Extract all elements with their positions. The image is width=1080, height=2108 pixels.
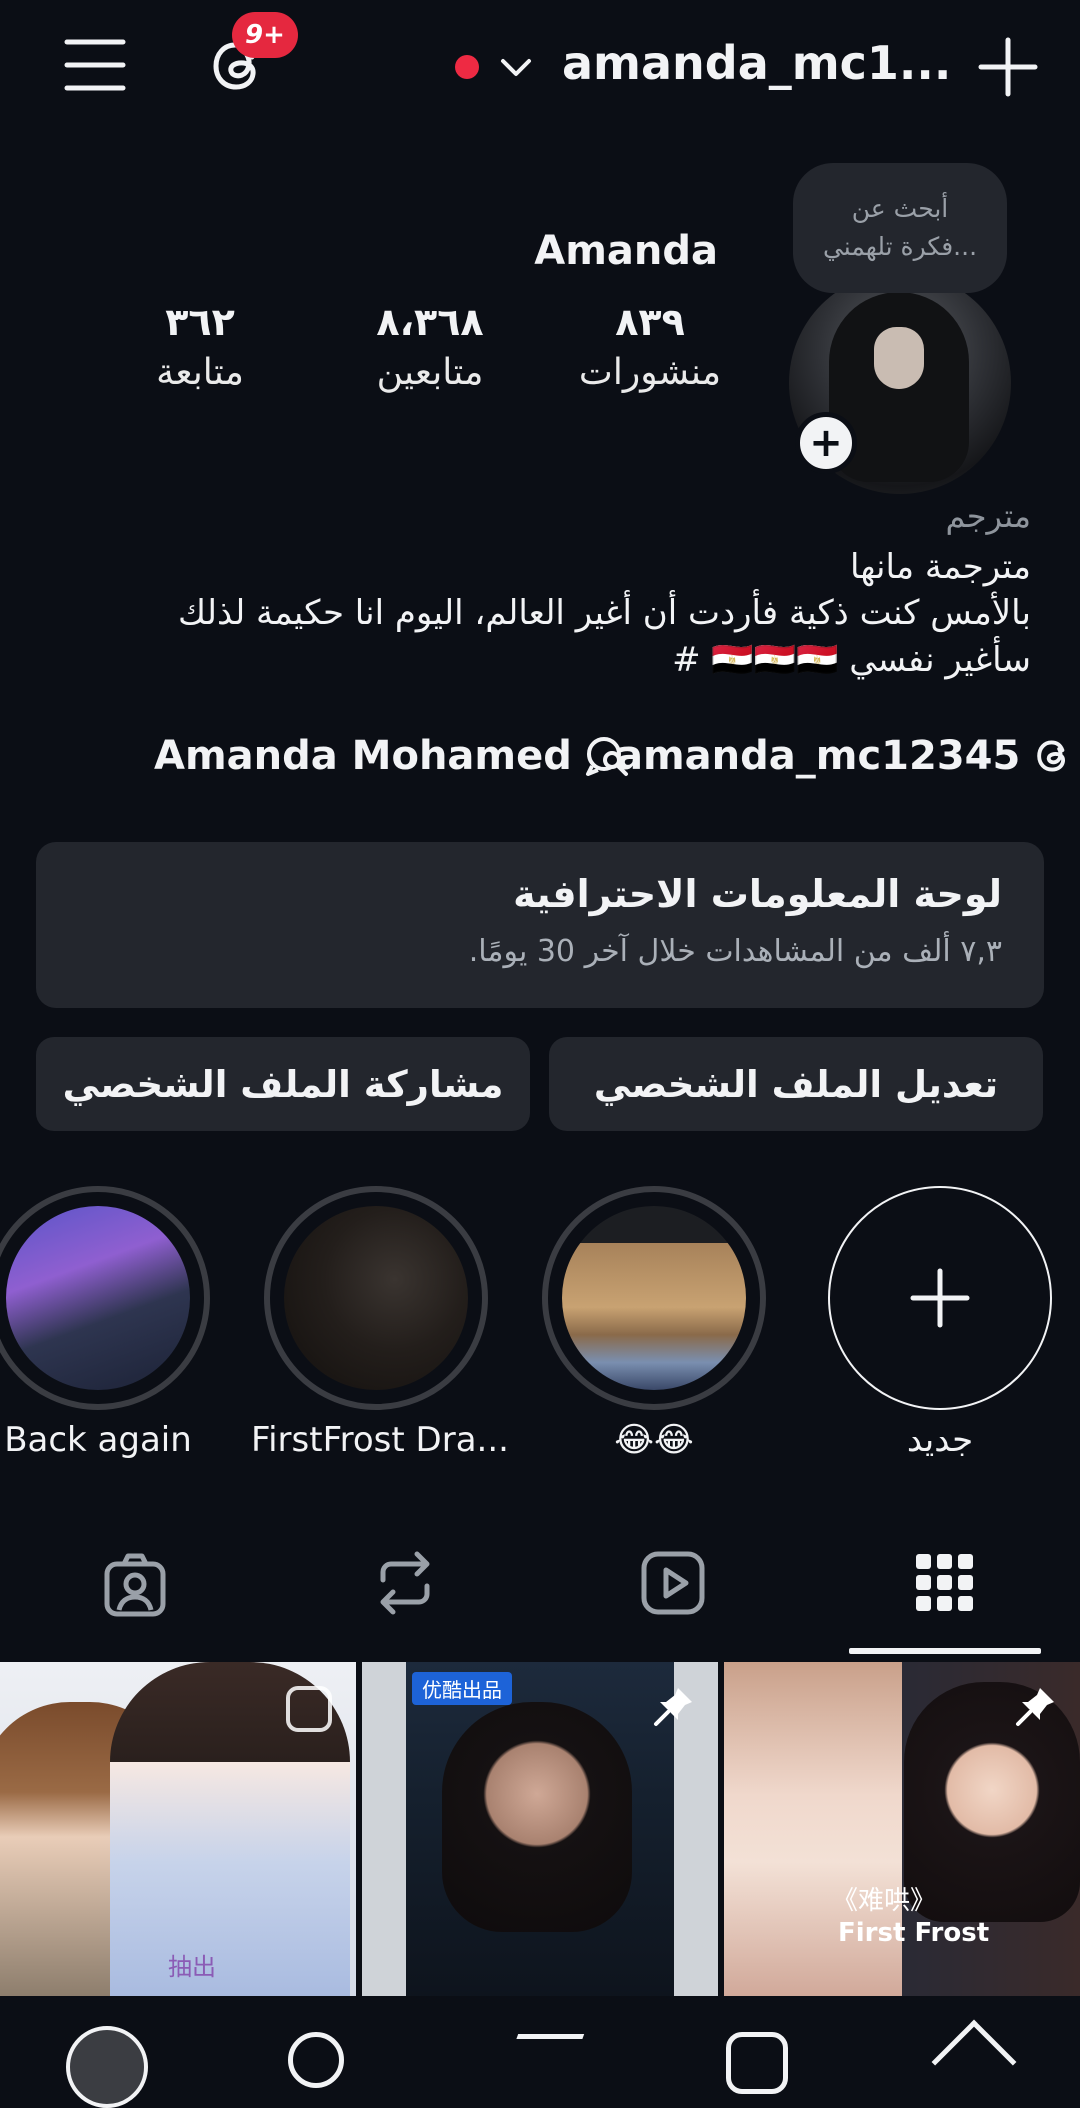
reels-nav-icon[interactable]: [726, 2032, 788, 2094]
reel-icon: [286, 1686, 332, 1732]
menu-icon[interactable]: [60, 30, 130, 100]
post-thumbnail[interactable]: 《难哄》 First Frost: [724, 1662, 1080, 1996]
professional-dashboard-card[interactable]: لوحة المعلومات الاحترافية ٧,٣ ألف من الم…: [36, 842, 1044, 1008]
account-username[interactable]: amanda_mc1...: [562, 36, 951, 90]
posts-count: ٨٣٩: [615, 300, 685, 344]
tagged-tab-icon[interactable]: [100, 1550, 170, 1620]
live-status-dot: [455, 55, 479, 79]
display-name: Amanda: [534, 228, 718, 274]
pin-icon: [652, 1684, 696, 1728]
following-label: متابعة: [156, 352, 244, 393]
external-link-label: Amanda Mohamed: [154, 733, 572, 779]
home-nav-icon[interactable]: [931, 2019, 1017, 2105]
stat-followers[interactable]: ٨،٣٦٨ متابعين: [340, 300, 520, 393]
reposts-tab-icon[interactable]: [370, 1548, 440, 1618]
highlight-label: 😂😂: [614, 1420, 694, 1460]
profile-category: مترجم: [945, 497, 1031, 535]
note-bubble[interactable]: أبحث عن فكرة تلهمني...: [793, 163, 1007, 293]
grid-tab-icon[interactable]: [910, 1548, 980, 1618]
note-line-2: فكرة تلهمني...: [822, 232, 978, 261]
pin-icon: [1014, 1684, 1058, 1728]
highlight-label: جديد: [906, 1420, 974, 1460]
stat-posts[interactable]: ٨٣٩ منشورات: [570, 300, 730, 393]
note-line-1: أبحث عن: [851, 194, 949, 223]
stat-following[interactable]: ٣٦٢ متابعة: [120, 300, 280, 393]
dashboard-subtitle: ٧,٣ ألف من المشاهدات خلال آخر 30 يومًا.: [468, 934, 1002, 969]
post-caption: 优酷出品: [412, 1672, 512, 1705]
bio-line-2: بالأمس كنت ذكية فأردت أن أغير العالم، ال…: [178, 593, 1031, 633]
highlight-label: FirstFrost Dra...: [251, 1420, 509, 1460]
following-count: ٣٦٢: [165, 300, 235, 344]
followers-label: متابعين: [376, 352, 484, 393]
posts-label: منشورات: [578, 352, 722, 393]
highlight-label: Back again: [4, 1420, 192, 1460]
threads-link[interactable]: amanda_mc12345: [616, 730, 1074, 782]
bottom-navigation: [0, 1996, 1080, 2108]
highlight-cover: [562, 1206, 746, 1390]
post-thumbnail[interactable]: 抽出: [0, 1662, 356, 1996]
post-thumbnail[interactable]: 优酷出品: [362, 1662, 718, 1996]
plus-icon: [910, 1268, 970, 1328]
chat-search-icon: [584, 734, 630, 778]
post-caption: 抽出: [168, 1953, 216, 1981]
search-nav-icon[interactable]: [288, 2032, 344, 2088]
bio-line-3: سأغير نفسي 🇪🇬🇪🇬🇪🇬 #: [672, 640, 1031, 680]
post-caption: First Frost: [838, 1918, 990, 1948]
highlight-cover: [284, 1206, 468, 1390]
share-profile-button[interactable]: مشاركة الملف الشخصي: [36, 1037, 530, 1131]
reels-tab-icon[interactable]: [638, 1548, 708, 1618]
active-tab-indicator: [849, 1648, 1041, 1654]
threads-small-icon: [1034, 734, 1074, 778]
post-title: 《难哄》: [832, 1886, 937, 1916]
add-story-icon[interactable]: +: [795, 412, 857, 474]
edit-profile-button[interactable]: تعديل الملف الشخصي: [549, 1037, 1043, 1131]
followers-count: ٨،٣٦٨: [376, 300, 484, 344]
bio-line-1: مترجمة مانها: [849, 547, 1031, 587]
create-plus-icon[interactable]: [975, 34, 1041, 100]
highlight-cover: [6, 1206, 190, 1390]
threads-link-label: amanda_mc12345: [616, 733, 1021, 779]
dashboard-title: لوحة المعلومات الاحترافية: [513, 872, 1002, 916]
notification-badge: 9+: [232, 12, 298, 58]
new-highlight-button[interactable]: [828, 1186, 1052, 1410]
external-profile-link[interactable]: Amanda Mohamed: [154, 730, 630, 782]
profile-nav-avatar[interactable]: [66, 2026, 148, 2108]
chevron-down-icon[interactable]: [497, 50, 535, 86]
